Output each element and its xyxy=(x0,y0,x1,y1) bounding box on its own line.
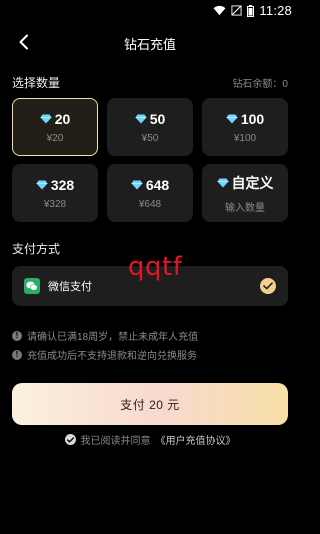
status-icons: 11:28 xyxy=(213,3,292,18)
battery-icon xyxy=(247,4,255,17)
info-icon: ! xyxy=(12,330,22,341)
option-price: ¥100 xyxy=(233,132,257,144)
nav-bar: 钻石充值 xyxy=(0,28,300,56)
status-time: 11:28 xyxy=(259,3,292,18)
option-price: 输入数量 xyxy=(225,202,265,214)
quantity-option-custom[interactable]: 自定义 输入数量 xyxy=(202,164,288,222)
quantity-grid: 20 ¥20 50 ¥50 100 ¥100 328 ¥328 648 ¥648 xyxy=(12,98,288,222)
quantity-section-title: 选择数量 xyxy=(12,76,61,90)
payment-section-title: 支付方式 xyxy=(12,242,61,256)
option-amount: 328 xyxy=(50,176,75,193)
notice-refund: ! 充值成功后不支持退款和逆向兑换服务 xyxy=(12,347,197,362)
option-price: ¥20 xyxy=(46,132,64,144)
payment-selected-check[interactable] xyxy=(260,278,276,294)
option-amount-row: 50 xyxy=(135,110,166,127)
option-amount: 100 xyxy=(240,110,265,127)
option-price: ¥328 xyxy=(43,198,67,210)
check-icon xyxy=(263,282,273,290)
diamond-icon xyxy=(36,180,48,189)
notice-text: 请确认已满18周岁，禁止未成年人充值 xyxy=(27,332,199,343)
option-amount: 50 xyxy=(149,110,166,127)
notice-text: 充值成功后不支持退款和逆向兑换服务 xyxy=(27,351,197,362)
quantity-option-50[interactable]: 50 ¥50 xyxy=(107,98,193,156)
agreement-prefix: 我已阅读并同意 xyxy=(80,436,151,447)
option-price: ¥50 xyxy=(141,132,159,144)
agreement-link[interactable]: 《用户充值协议》 xyxy=(156,432,236,447)
watermark: qqtf xyxy=(128,252,183,282)
option-amount-row: 自定义 xyxy=(217,173,274,193)
quantity-option-648[interactable]: 648 ¥648 xyxy=(107,164,193,222)
option-amount-row: 20 xyxy=(40,110,71,127)
quantity-option-100[interactable]: 100 ¥100 xyxy=(202,98,288,156)
diamond-icon xyxy=(226,114,238,123)
quantity-option-20[interactable]: 20 ¥20 xyxy=(12,98,98,156)
option-amount-row: 100 xyxy=(226,111,264,127)
diamond-icon xyxy=(40,114,52,123)
diamond-icon xyxy=(135,114,147,123)
pay-button[interactable]: 支付 20 元 xyxy=(12,383,288,425)
diamond-balance: 钻石余额：0 xyxy=(232,79,288,90)
no-signal-icon xyxy=(231,5,242,16)
option-amount-row: 328 xyxy=(36,177,74,193)
option-amount: 648 xyxy=(145,176,170,193)
diamond-icon xyxy=(217,178,228,187)
option-amount: 自定义 xyxy=(231,174,274,191)
page-title: 钻石充值 xyxy=(123,37,176,52)
option-price: ¥648 xyxy=(138,198,162,210)
notice-age: ! 请确认已满18周岁，禁止未成年人充值 xyxy=(12,328,198,343)
wifi-icon xyxy=(213,5,226,16)
option-amount: 20 xyxy=(54,110,71,127)
diamond-icon xyxy=(131,180,143,189)
quantity-header: 选择数量 钻石余额：0 xyxy=(12,74,288,91)
status-bar: 11:28 xyxy=(0,0,300,20)
wechat-icon xyxy=(24,278,40,294)
quantity-option-328[interactable]: 328 ¥328 xyxy=(12,164,98,222)
agreement-checkbox[interactable] xyxy=(64,434,76,445)
info-icon: ! xyxy=(12,349,22,360)
check-icon xyxy=(66,436,74,443)
option-amount-row: 648 xyxy=(131,177,169,193)
agreement-row: 我已阅读并同意 《用户充值协议》 xyxy=(0,432,300,447)
